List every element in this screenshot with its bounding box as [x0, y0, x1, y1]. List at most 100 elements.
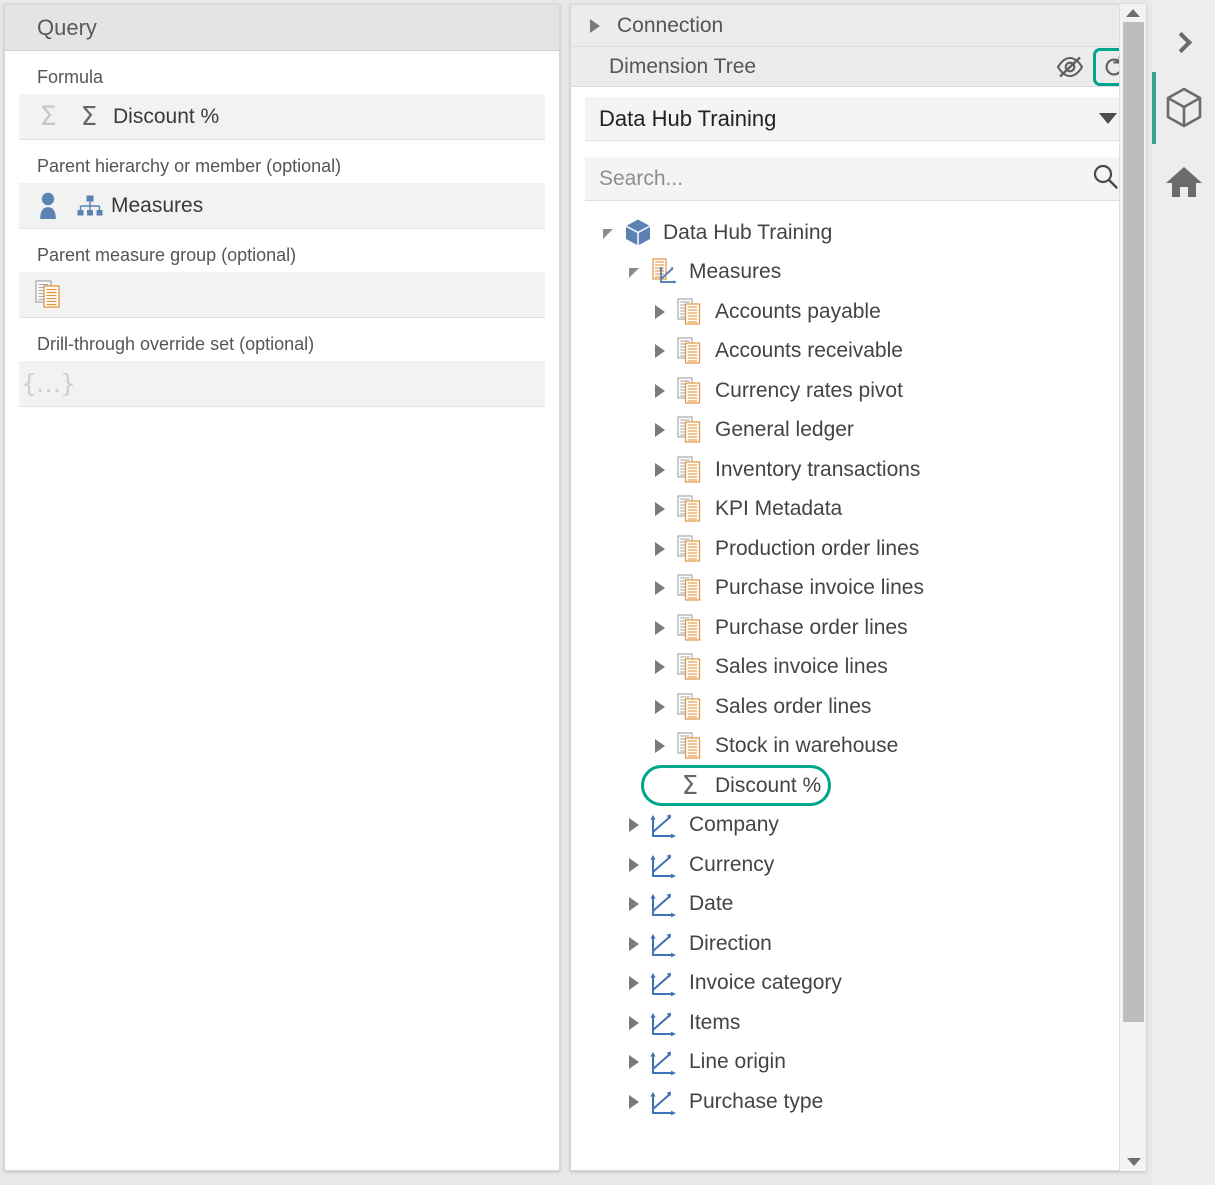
measures-folder-icon	[647, 257, 681, 287]
home-icon[interactable]	[1152, 150, 1215, 214]
query-panel: Query Formula Σ Σ Discount % Parent hier	[4, 4, 560, 1171]
search-icon[interactable]	[1091, 162, 1119, 195]
tree-item-label: Production order lines	[707, 537, 919, 561]
cube-select-value: Data Hub Training	[599, 106, 1099, 132]
tree-item-label: Purchase order lines	[707, 616, 908, 640]
chevron-right-icon[interactable]	[647, 344, 673, 358]
chevron-right-icon[interactable]	[647, 384, 673, 398]
app-root: Query Formula Σ Σ Discount % Parent hier	[0, 0, 1215, 1185]
dimension-icon	[647, 930, 681, 958]
right-rail	[1152, 0, 1215, 1185]
chevron-right-icon[interactable]	[621, 1095, 647, 1109]
chevron-right-icon[interactable]	[621, 897, 647, 911]
dimension-tree: Data Hub Training Measures Accounts payabl…	[585, 213, 1131, 1122]
dimension-icon	[647, 851, 681, 879]
scrollbar-thumb[interactable]	[1123, 22, 1144, 1022]
chevron-right-icon[interactable]	[621, 1016, 647, 1030]
cube-select[interactable]: Data Hub Training	[585, 97, 1131, 141]
tree-item-label: KPI Metadata	[707, 497, 842, 521]
measure-group-icon	[673, 495, 707, 523]
field-input-formula[interactable]: Σ Σ Discount %	[19, 94, 545, 140]
tree-item[interactable]: Company	[585, 806, 1131, 846]
tree-item[interactable]: Line origin	[585, 1043, 1131, 1083]
scroll-down-arrow-icon[interactable]	[1120, 1153, 1147, 1171]
chevron-right-icon[interactable]	[647, 700, 673, 714]
chevron-right-icon[interactable]	[647, 581, 673, 595]
chevron-right-icon[interactable]	[621, 818, 647, 832]
tree-item[interactable]: Purchase invoice lines	[585, 569, 1131, 609]
tree-item-label: Accounts payable	[707, 300, 881, 324]
dimension-tree-body: Data Hub Training Search... Data Hub Tra…	[571, 87, 1145, 1122]
tree-item[interactable]: Accounts receivable	[585, 332, 1131, 372]
expand-panel-icon[interactable]	[1152, 10, 1215, 74]
cube-icon[interactable]	[1152, 76, 1215, 140]
tree-item[interactable]: Sales invoice lines	[585, 648, 1131, 688]
tree-item[interactable]: Accounts payable	[585, 292, 1131, 332]
tree-item[interactable]: KPI Metadata	[585, 490, 1131, 530]
chevron-down-icon[interactable]	[1099, 113, 1117, 124]
chevron-down-icon[interactable]	[621, 264, 647, 280]
hide-icon[interactable]	[1053, 50, 1087, 84]
measure-group-icon	[673, 337, 707, 365]
tree-item[interactable]: Stock in warehouse	[585, 727, 1131, 767]
chevron-right-icon[interactable]	[647, 502, 673, 516]
field-parent-hierarchy: Parent hierarchy or member (optional)	[19, 140, 545, 229]
hierarchy-icon	[75, 195, 105, 217]
page-title: Query	[37, 15, 97, 41]
chevron-down-icon[interactable]	[595, 225, 621, 241]
scroll-up-arrow-icon[interactable]	[1120, 4, 1146, 22]
search-input[interactable]: Search...	[585, 157, 1131, 201]
vertical-scrollbar[interactable]	[1119, 4, 1146, 1171]
connection-label: Connection	[617, 14, 723, 38]
chevron-right-icon[interactable]	[647, 621, 673, 635]
tree-item-label: Sales order lines	[707, 695, 871, 719]
chevron-right-icon[interactable]	[585, 19, 605, 33]
chevron-right-icon[interactable]	[621, 858, 647, 872]
field-drill-through-override-set: Drill-through override set (optional) {……	[19, 318, 545, 407]
field-input-parent-hierarchy[interactable]: Measures	[19, 183, 545, 229]
tree-item[interactable]: Inventory transactions	[585, 450, 1131, 490]
query-panel-header: Query	[5, 5, 559, 51]
chevron-right-icon[interactable]	[621, 937, 647, 951]
tree-item-label: Measures	[681, 260, 781, 284]
chevron-right-icon[interactable]	[621, 976, 647, 990]
tree-item[interactable]: General ledger	[585, 411, 1131, 451]
tree-item[interactable]: Purchase order lines	[585, 608, 1131, 648]
tree-item-label: Inventory transactions	[707, 458, 920, 482]
tree-item-label: Purchase type	[681, 1090, 823, 1114]
dimension-icon	[647, 1088, 681, 1116]
tree-item-label: Accounts receivable	[707, 339, 903, 363]
connection-section-header[interactable]: Connection	[571, 5, 1145, 47]
chevron-right-icon[interactable]	[647, 660, 673, 674]
field-input-parent-measure-group[interactable]	[19, 272, 545, 318]
tree-item[interactable]: Date	[585, 885, 1131, 925]
chevron-right-icon[interactable]	[647, 542, 673, 556]
chevron-right-icon[interactable]	[647, 463, 673, 477]
tree-item[interactable]: Purchase type	[585, 1082, 1131, 1122]
tree-item-label: Items	[681, 1011, 740, 1035]
field-value-formula: Discount %	[113, 105, 219, 129]
chevron-right-icon[interactable]	[647, 305, 673, 319]
tree-item[interactable]: Data Hub Training	[585, 213, 1131, 253]
dimension-icon	[647, 811, 681, 839]
tree-item[interactable]: Currency rates pivot	[585, 371, 1131, 411]
dimension-tree-title: Dimension Tree	[609, 55, 1053, 79]
sigma-icon: Σ	[75, 104, 103, 130]
tree-item[interactable]: Production order lines	[585, 529, 1131, 569]
tree-item[interactable]: Currency	[585, 845, 1131, 885]
tree-item[interactable]: Invoice category	[585, 964, 1131, 1004]
tree-item[interactable]: Sales order lines	[585, 687, 1131, 727]
measure-group-icon	[31, 280, 65, 309]
tree-item[interactable]: Measures	[585, 253, 1131, 293]
field-input-drill-through[interactable]: {…}	[19, 361, 545, 407]
tree-item[interactable]: Direction	[585, 924, 1131, 964]
tree-item[interactable]: Items	[585, 1003, 1131, 1043]
chevron-right-icon[interactable]	[621, 1055, 647, 1069]
chevron-right-icon[interactable]	[647, 423, 673, 437]
measure-group-icon	[673, 653, 707, 681]
tree-item[interactable]: ΣDiscount %	[585, 766, 1131, 806]
dimension-icon	[647, 969, 681, 997]
query-fields: Formula Σ Σ Discount % Parent hierarchy …	[5, 51, 559, 407]
measure-group-icon	[673, 535, 707, 563]
chevron-right-icon[interactable]	[647, 739, 673, 753]
